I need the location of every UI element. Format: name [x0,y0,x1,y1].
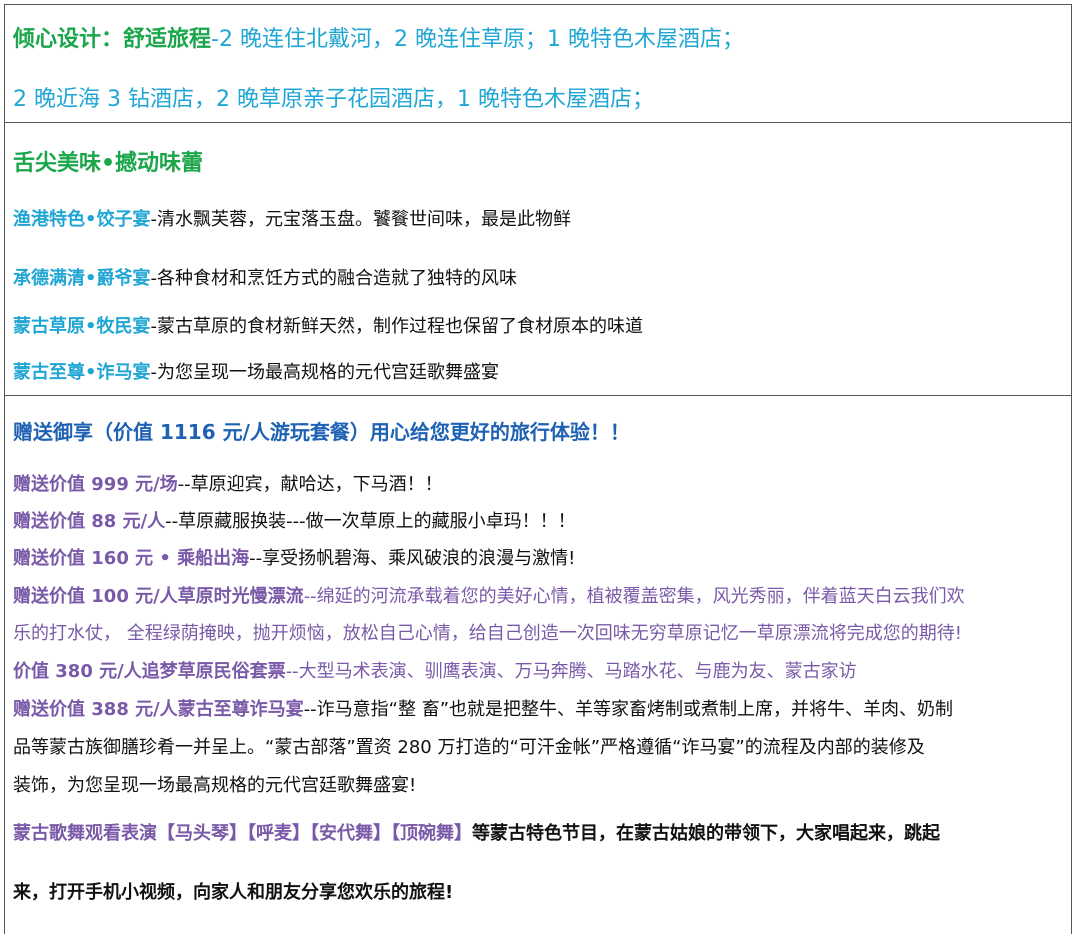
gift-item: 赠送价值 88 元/人--草原藏服换装---做一次草原上的藏服小卓玛！！！ [13,507,1063,533]
gift-item-label: 赠送价值 160 元 • 乘船出海 [13,548,250,569]
gift-item-desc: --享受扬帆碧海、乘风破浪的浪漫与激情! [249,548,576,569]
gift-item-desc: --诈马意指“整 畜”也就是把整牛、羊等家畜烤制或煮制上席，并将牛、羊肉、奶制 [303,699,954,720]
gift-item-label: 赠送价值 88 元/人 [13,511,166,532]
design-text-1: 2 晚连住北戴河，2 晚连住草原；1 晚特色木屋酒店； [218,27,744,52]
gift-item-desc: 乐的打水仗， 全程绿荫掩映，抛开烦恼，放松自己心情，给自己创造一次回味无穷草原记… [13,623,962,644]
design-text-2: 2 晚近海 3 钻酒店，2 晚草原亲子花园酒店，1 晚特色木屋酒店； [13,87,654,112]
itinerary-table: 倾心设计：舒适旅程-2 晚连住北戴河，2 晚连住草原；1 晚特色木屋酒店； 2 … [4,4,1072,934]
show-text-2: 来，打开手机小视频，向家人和朋友分享您欢乐的旅程! [13,882,454,903]
gift-item-continued: 品等蒙古族御膳珍肴一并呈上。“蒙古部落”置资 280 万打造的“可汗金帐”严格遵… [13,733,1063,759]
gift-item: 赠送价值 100 元/人草原时光慢漂流--绵延的河流承载着您的美好心情，植被覆盖… [13,582,1063,608]
food-title: 舌尖美味•撼动味蕾 [13,151,204,176]
design-title: 倾心设计：舒适旅程 [13,27,212,52]
gift-item-continued: 乐的打水仗， 全程绿荫掩映，抛开烦恼，放松自己心情，给自己创造一次回味无穷草原记… [13,619,1063,645]
gift-section: 赠送御享（价值 1116 元/人游玩套餐）用心给您更好的旅行体验！！ 赠送价值 … [5,396,1071,936]
food-item-name: 渔港特色•饺子宴 [13,209,151,230]
gift-item-label: 赠送价值 100 元/人草原时光慢漂流 [13,586,304,607]
food-item-name: 蒙古至尊•诈马宴 [13,362,151,383]
design-section: 倾心设计：舒适旅程-2 晚连住北戴河，2 晚连住草原；1 晚特色木屋酒店； 2 … [5,5,1071,123]
food-item: 承德满清•爵爷宴-各种食材和烹饪方式的融合造就了独特的风味 [13,264,1063,290]
gift-item-desc: 品等蒙古族御膳珍肴一并呈上。“蒙古部落”置资 280 万打造的“可汗金帐”严格遵… [13,737,925,758]
food-item-desc: -清水飘芙蓉，元宝落玉盘。饕餮世间味，最是此物鲜 [150,209,572,230]
gift-item: 赠送价值 160 元 • 乘船出海--享受扬帆碧海、乘风破浪的浪漫与激情! [13,544,1063,570]
food-item: 蒙古至尊•诈马宴-为您呈现一场最高规格的元代宫廷歌舞盛宴 [13,358,1063,384]
show-label: 蒙古歌舞观看表演【马头琴】【呼麦】【安代舞】【顶碗舞】 [13,823,472,844]
show-text-1: 等蒙古特色节目，在蒙古姑娘的带领下，大家唱起来，跳起 [472,823,940,844]
gift-item: 赠送价值 388 元/人蒙古至尊诈马宴--诈马意指“整 畜”也就是把整牛、羊等家… [13,695,1063,721]
gift-item-desc: 装饰，为您呈现一场最高规格的元代宫廷歌舞盛宴! [13,775,417,796]
gift-item: 价值 380 元/人追梦草原民俗套票--大型马术表演、驯鹰表演、万马奔腾、马踏水… [13,657,1063,683]
show-line-1: 蒙古歌舞观看表演【马头琴】【呼麦】【安代舞】【顶碗舞】等蒙古特色节目，在蒙古姑娘… [13,819,1063,845]
gift-title: 赠送御享（价值 1116 元/人游玩套餐）用心给您更好的旅行体验！！ [13,420,630,444]
design-separator: - [211,27,219,52]
gift-item-label: 价值 380 元/人追梦草原民俗套票 [13,661,286,682]
gift-item-desc: --草原藏服换装---做一次草原上的藏服小卓玛！！！ [165,511,576,532]
gift-item-desc: --大型马术表演、驯鹰表演、万马奔腾、马踏水花、与鹿为友、蒙古家访 [285,661,857,682]
food-section: 舌尖美味•撼动味蕾 渔港特色•饺子宴-清水飘芙蓉，元宝落玉盘。饕餮世间味，最是此… [5,123,1071,396]
food-item: 蒙古草原•牧民宴-蒙古草原的食材新鲜天然，制作过程也保留了食材原本的味道 [13,312,1063,338]
gift-item-desc: --绵延的河流承载着您的美好心情，植被覆盖密集，风光秀丽，伴着蓝天白云我们欢 [303,586,965,607]
food-item-desc: -各种食材和烹饪方式的融合造就了独特的风味 [150,268,518,289]
gift-item-label: 赠送价值 999 元/场 [13,474,178,495]
food-item-name: 承德满清•爵爷宴 [13,268,151,289]
design-line-1: 倾心设计：舒适旅程-2 晚连住北戴河，2 晚连住草原；1 晚特色木屋酒店； [13,21,1063,53]
gift-item-continued: 装饰，为您呈现一场最高规格的元代宫廷歌舞盛宴! [13,771,1063,797]
food-item-desc: -为您呈现一场最高规格的元代宫廷歌舞盛宴 [150,362,500,383]
food-item-desc: -蒙古草原的食材新鲜天然，制作过程也保留了食材原本的味道 [150,316,644,337]
food-item-name: 蒙古草原•牧民宴 [13,316,151,337]
design-line-2: 2 晚近海 3 钻酒店，2 晚草原亲子花园酒店，1 晚特色木屋酒店； [13,81,1063,113]
food-item: 渔港特色•饺子宴-清水飘芙蓉，元宝落玉盘。饕餮世间味，最是此物鲜 [13,205,1063,231]
gift-item-label: 赠送价值 388 元/人蒙古至尊诈马宴 [13,699,304,720]
gift-item-desc: --草原迎宾，献哈达，下马酒！！ [177,474,443,495]
food-title-line: 舌尖美味•撼动味蕾 [13,145,1063,177]
gift-title-line: 赠送御享（价值 1116 元/人游玩套餐）用心给您更好的旅行体验！！ [13,416,1063,445]
gift-item: 赠送价值 999 元/场--草原迎宾，献哈达，下马酒！！ [13,470,1063,496]
show-line-2: 来，打开手机小视频，向家人和朋友分享您欢乐的旅程! [13,878,1063,904]
